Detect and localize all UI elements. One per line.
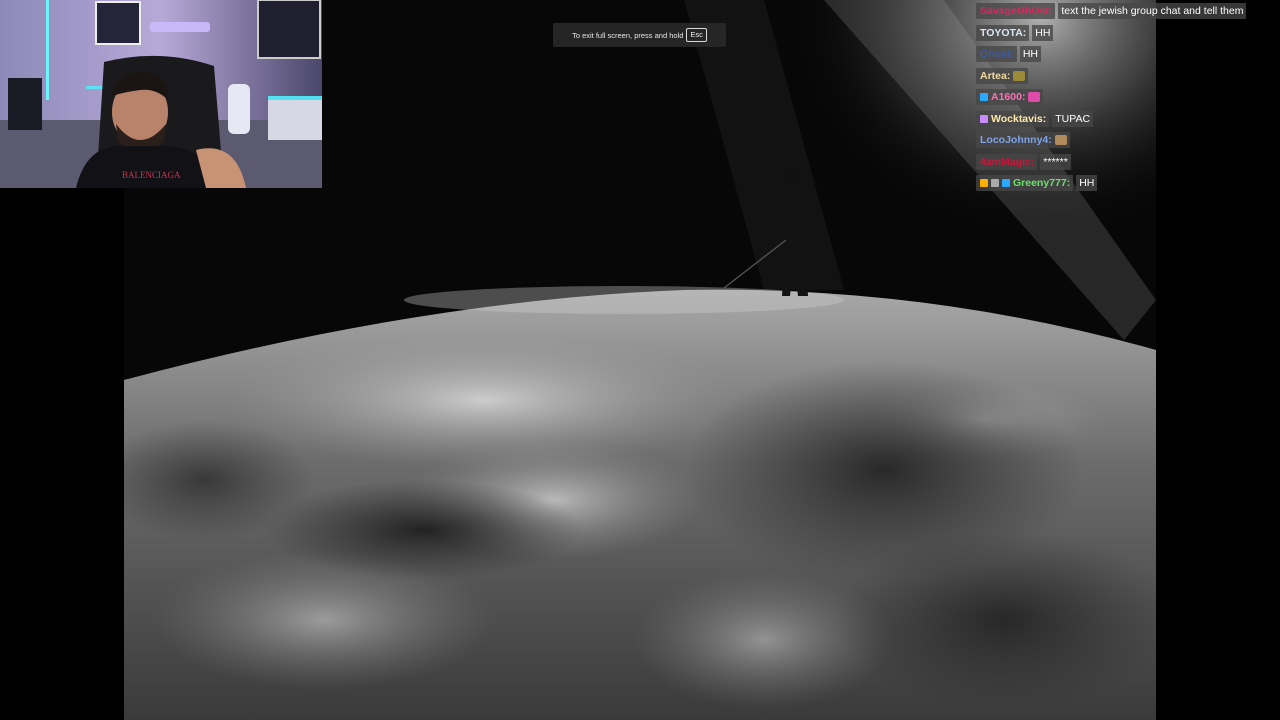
- chat-message: Greeny777: HH: [976, 175, 1276, 191]
- shirt-print: BALENCIAGA: [122, 170, 181, 180]
- crown-badge: [980, 179, 988, 187]
- chat-username[interactable]: Artea:: [980, 70, 1010, 82]
- webcam-feed: BALENCIAGA: [0, 0, 322, 188]
- chat-username[interactable]: Greeny777:: [1013, 177, 1070, 189]
- chat-username[interactable]: A1600:: [991, 91, 1025, 103]
- chat-username[interactable]: TOYOTA:: [980, 27, 1026, 39]
- chat-username-pill: 4amMagic:: [976, 153, 1038, 170]
- chat-message: Wocktavis: TUPAC: [976, 110, 1276, 127]
- chat-message-text: HH: [1076, 175, 1098, 191]
- chat-username[interactable]: LocoJohnny4:: [980, 134, 1052, 146]
- music-note-badge: [980, 114, 988, 123]
- chat-username-pill: Artea:: [976, 67, 1029, 84]
- chat-message: 4amMagic: ******: [976, 153, 1276, 170]
- chat-overlay: SavageGhOst: text the jewish group chat a…: [976, 3, 1276, 197]
- chat-username-pill: Ghost:: [976, 46, 1017, 62]
- chat-message-text: ******: [1040, 153, 1071, 170]
- diamond-badge: [1002, 179, 1010, 187]
- monkey-emote: [1054, 135, 1067, 145]
- chat-message: SavageGhOst: text the jewish group chat a…: [976, 3, 1276, 19]
- pink-emote: [1028, 92, 1041, 102]
- diamond-badge: [980, 93, 988, 101]
- chat-username-pill: Wocktavis:: [976, 110, 1050, 127]
- smirk-emote: [1013, 70, 1026, 81]
- chat-username-pill: TOYOTA:: [976, 24, 1030, 41]
- chat-username-pill: Greeny777:: [976, 175, 1074, 191]
- chat-username-pill: SavageGhOst:: [976, 3, 1056, 19]
- chat-message-text: HH: [1019, 46, 1041, 62]
- chat-message: TOYOTA: HH: [976, 24, 1276, 41]
- chat-message: Artea:: [976, 67, 1276, 84]
- chat-username[interactable]: Ghost:: [980, 48, 1014, 60]
- chat-username[interactable]: Wocktavis:: [991, 113, 1046, 125]
- chat-message-text: HH: [1032, 24, 1054, 41]
- chat-message: A1600:: [976, 89, 1276, 105]
- stream-viewport: BALENCIAGA To exit full screen, press an…: [0, 0, 1280, 720]
- chat-username-pill: A1600:: [976, 89, 1044, 105]
- chat-username-pill: LocoJohnny4:: [976, 132, 1070, 148]
- slash-badge: [991, 179, 999, 187]
- chat-message: Ghost: HH: [976, 46, 1276, 62]
- fullscreen-toast-text: To exit full screen, press and hold: [572, 30, 684, 40]
- chat-username[interactable]: SavageGhOst:: [980, 5, 1052, 17]
- chat-username[interactable]: 4amMagic:: [980, 156, 1034, 168]
- webcam-overlay: BALENCIAGA: [0, 0, 322, 188]
- chat-message: LocoJohnny4:: [976, 132, 1276, 148]
- chat-message-text: TUPAC: [1052, 110, 1094, 127]
- fullscreen-exit-toast: To exit full screen, press and hold Esc: [553, 23, 726, 47]
- esc-key-hint: Esc: [686, 28, 707, 42]
- chat-message-text: text the jewish group chat and tell them: [1058, 3, 1247, 19]
